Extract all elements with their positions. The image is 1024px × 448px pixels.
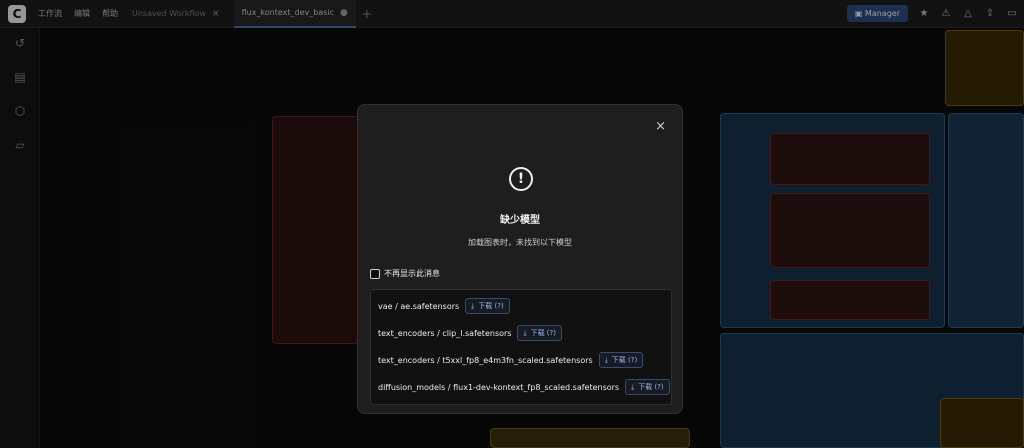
download-button[interactable]: ⤓ 下载 (?) bbox=[465, 298, 510, 314]
download-icon: ⤓ bbox=[471, 301, 475, 310]
warning-icon: ! bbox=[509, 167, 533, 191]
model-name: diffusion_models / flux1-dev-kontext_fp8… bbox=[378, 382, 620, 392]
download-icon: ⤓ bbox=[604, 355, 608, 364]
download-label: 下载 (?) bbox=[638, 383, 664, 391]
missing-models-dialog: × ! 缺少模型 加载图表时，未找到以下模型 不再显示此消息 vae / ae.… bbox=[357, 104, 683, 414]
model-name: text_encoders / t5xxl_fp8_e4m3fn_scaled.… bbox=[378, 355, 593, 365]
download-button[interactable]: ⤓ 下载 (?) bbox=[517, 325, 562, 341]
dont-show-again[interactable]: 不再显示此消息 bbox=[370, 268, 440, 279]
dialog-subtitle: 加载图表时，未找到以下模型 bbox=[468, 238, 572, 247]
download-icon: ⤓ bbox=[523, 328, 527, 337]
list-item: text_encoders / t5xxl_fp8_e4m3fn_scaled.… bbox=[378, 350, 644, 370]
missing-models-list: vae / ae.safetensors ⤓ 下载 (?) text_encode… bbox=[370, 289, 672, 405]
model-name: text_encoders / clip_l.safetensors bbox=[378, 328, 512, 338]
download-label: 下载 (?) bbox=[611, 356, 638, 364]
download-icon: ⤓ bbox=[631, 382, 635, 391]
close-icon[interactable]: × bbox=[655, 119, 666, 134]
download-label: 下载 (?) bbox=[478, 302, 504, 310]
download-button[interactable]: ⤓ 下载 (?) bbox=[625, 379, 670, 395]
model-name: vae / ae.safetensors bbox=[378, 301, 460, 311]
dont-show-label: 不再显示此消息 bbox=[384, 269, 440, 278]
dont-show-checkbox[interactable] bbox=[370, 268, 380, 279]
list-item: text_encoders / clip_l.safetensors ⤓ 下载 (… bbox=[378, 323, 562, 343]
dialog-title: 缺少模型 bbox=[500, 215, 540, 226]
list-item: diffusion_models / flux1-dev-kontext_fp8… bbox=[378, 377, 670, 397]
download-label: 下载 (?) bbox=[530, 329, 556, 337]
download-button[interactable]: ⤓ 下载 (?) bbox=[598, 352, 644, 368]
list-item: vae / ae.safetensors ⤓ 下载 (?) bbox=[378, 296, 510, 316]
